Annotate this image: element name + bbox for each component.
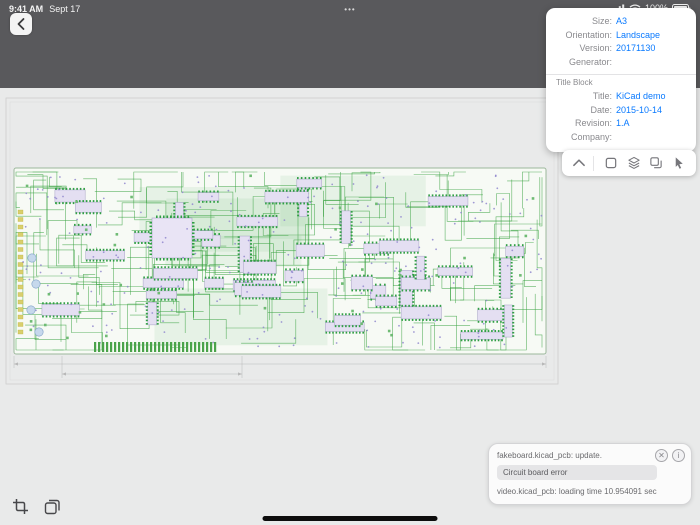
select-cursor-button[interactable] [669, 153, 689, 173]
crop-frame-button[interactable] [10, 497, 30, 515]
bottom-left-tools [10, 497, 62, 515]
field-orientation-value[interactable]: Landscape [616, 29, 660, 43]
frame-button[interactable] [601, 153, 621, 173]
tool-strip [562, 150, 696, 176]
field-size-value[interactable]: A3 [616, 15, 627, 29]
toast-error-message: Circuit board error [497, 465, 657, 480]
field-date: Date: 2015-10-14 [554, 104, 688, 118]
field-company: Company: [570, 131, 612, 142]
collapse-panel-button[interactable] [569, 153, 589, 173]
layers-button[interactable] [624, 153, 644, 173]
field-version-value[interactable]: 20171130 [616, 42, 655, 56]
frame-icon [604, 156, 618, 170]
copy-icon [649, 156, 663, 170]
strip-divider [593, 155, 594, 171]
crop-frame-icon [12, 498, 29, 515]
field-orientation: Orientation: Landscape [554, 29, 688, 43]
toast-actions: ✕ i [655, 449, 685, 462]
title-block-heading: Title Block [556, 78, 593, 87]
field-revision-value[interactable]: 1.A [616, 117, 630, 131]
layers-stack-icon [44, 498, 61, 515]
select-cursor-icon [672, 156, 686, 170]
field-size: Size: A3 [554, 15, 688, 29]
layers-stack-button[interactable] [42, 497, 62, 515]
field-title-value[interactable]: KiCad demo [616, 90, 666, 104]
toast-info-icon[interactable]: i [672, 449, 685, 462]
toast-close-icon[interactable]: ✕ [655, 449, 668, 462]
copy-button[interactable] [646, 153, 666, 173]
pcb-drawing [5, 97, 559, 385]
field-title: Title: KiCad demo [554, 90, 688, 104]
chevron-left-icon [15, 17, 27, 31]
toast-message-loading: video.kicad_pcb: loading time 10.954091 … [497, 487, 657, 496]
field-version: Version: 20171130 [554, 42, 688, 56]
field-date-value[interactable]: 2015-10-14 [616, 104, 662, 118]
notification-toast: fakeboard.kicad_pcb: update. Circuit boa… [488, 443, 692, 505]
info-panel: Size: A3 Orientation: Landscape Version:… [546, 8, 696, 152]
home-indicator[interactable] [262, 516, 438, 521]
field-generator: Generator: [568, 56, 612, 67]
layers-icon [627, 156, 641, 170]
panel-divider [546, 74, 696, 75]
app-screen: 9:41 AM Sept 17 ••• Size: A3 Orientation… [0, 0, 700, 525]
back-button[interactable] [10, 13, 32, 35]
chevron-up-icon [572, 157, 586, 169]
field-revision: Revision: 1.A [554, 117, 688, 131]
